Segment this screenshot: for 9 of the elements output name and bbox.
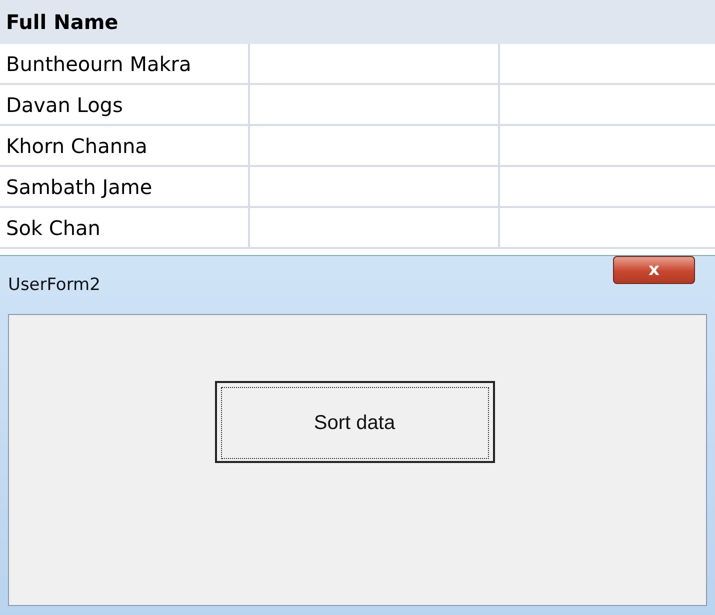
table-cell: Khorn Channa bbox=[0, 126, 250, 167]
table-cell: Sok Chan bbox=[0, 208, 250, 249]
table-cell: Davan Logs bbox=[0, 85, 250, 126]
column-header: Full Name bbox=[0, 0, 250, 44]
table-cell: Sambath Jame bbox=[0, 167, 250, 208]
sort-button[interactable]: Sort data bbox=[214, 381, 494, 463]
window-title: UserForm2 bbox=[8, 275, 100, 295]
close-button[interactable]: x bbox=[613, 256, 695, 284]
table-cell: Buntheourn Makra bbox=[0, 44, 250, 85]
